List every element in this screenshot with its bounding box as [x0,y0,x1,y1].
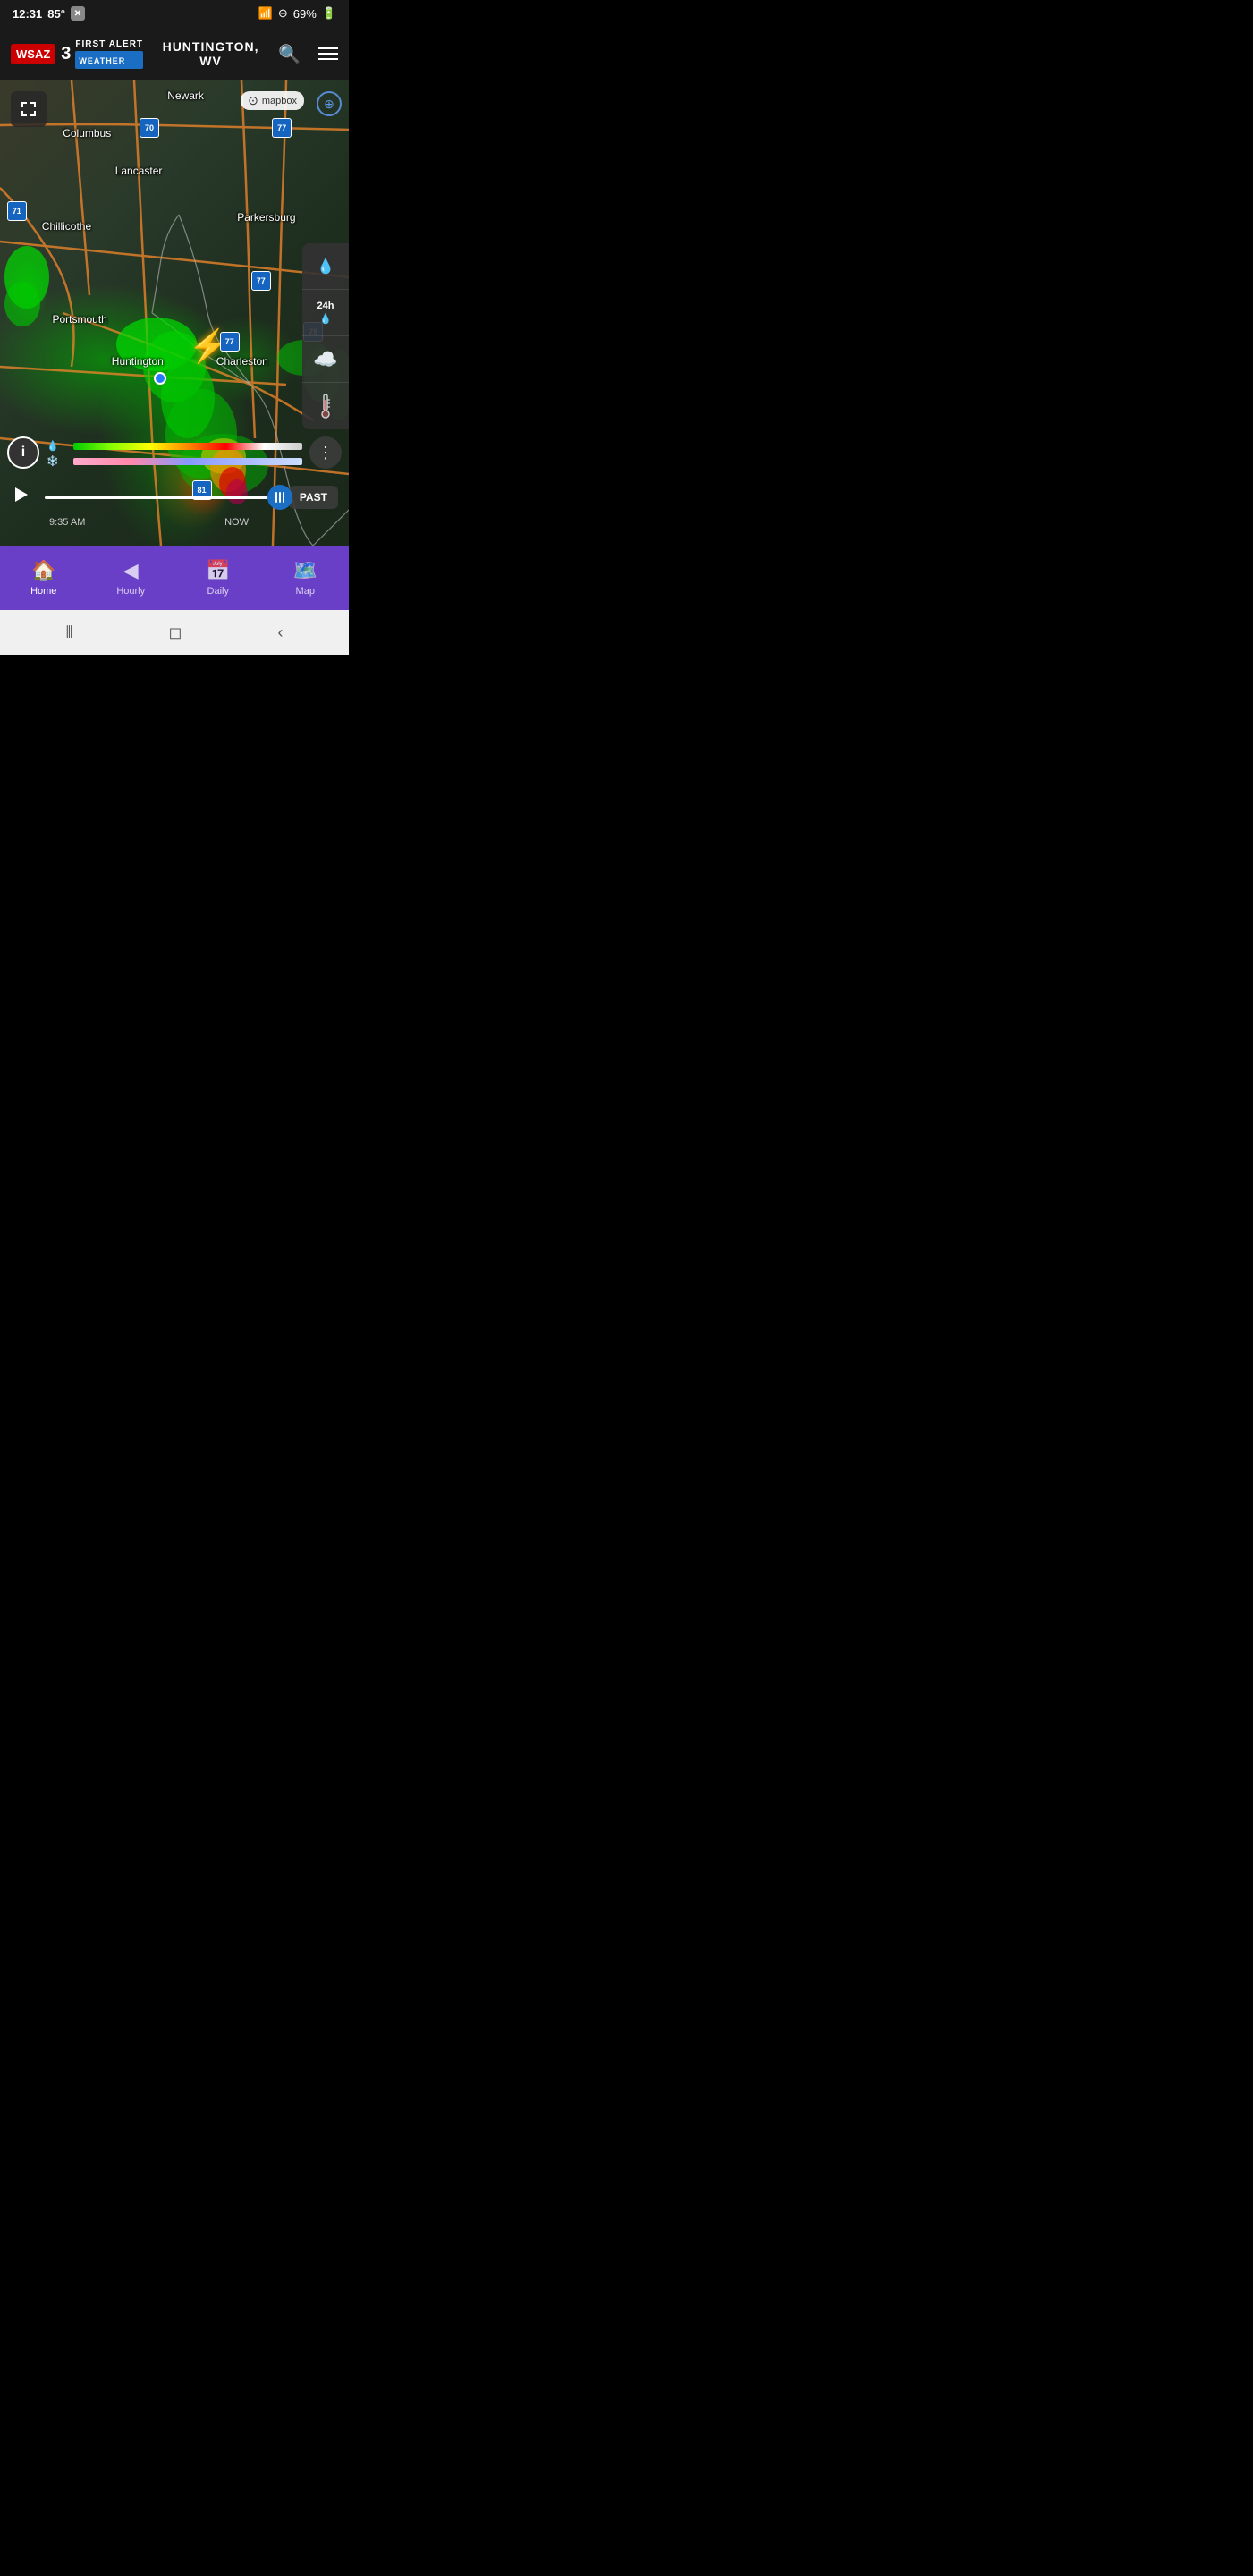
start-time-label: 9:35 AM [49,513,85,530]
map-nav-icon: 🗺️ [293,559,317,582]
logo-first-alert: FIRST ALERT [75,39,143,49]
daily-nav-icon: 📅 [206,559,230,582]
status-right: 📶 ⊖ 69% 🔋 [258,6,336,21]
more-options-button[interactable]: ⋮ [309,436,342,469]
play-button[interactable] [11,485,36,510]
mapbox-attribution: ⊙ mapbox [241,91,304,110]
home-circle-icon[interactable]: ◻ [168,623,182,642]
logo-channel-number: 3 [61,45,71,63]
layer-clouds-btn[interactable]: ☁️ [302,336,349,383]
bottom-navigation: 🏠 Home ◀ Hourly 📅 Daily 🗺️ Map [0,546,349,610]
menu-icon[interactable] [318,47,338,60]
expand-button[interactable] [11,91,47,127]
legend-container: 💧 ❄️ [47,440,302,467]
info-button[interactable]: i [7,436,39,469]
current-location-dot [154,372,166,385]
battery-level: 69% [293,7,317,21]
status-bar: 12:31 85° ✕ 📶 ⊖ 69% 🔋 [0,0,349,27]
location-label: HUNTINGTON, WV [152,39,269,68]
nav-home[interactable]: 🏠 Home [0,546,88,610]
back-icon[interactable]: ‹ [277,623,283,642]
playback-controls: PAST [0,485,349,510]
status-left: 12:31 85° ✕ [13,6,85,21]
timeline-thumb[interactable] [267,485,292,510]
app-logo: WSAZ 3 FIRST ALERT WEATHER [11,39,143,69]
map-nav-label: Map [296,586,315,597]
interstate-71: 71 [7,201,27,221]
wifi-icon: 📶 [258,6,273,21]
recent-apps-icon[interactable]: ⦀ [66,623,73,642]
interstate-77-ne: 77 [272,118,292,138]
nav-daily[interactable]: 📅 Daily [174,546,262,610]
nav-map[interactable]: 🗺️ Map [262,546,350,610]
map-roads [0,80,349,546]
search-icon[interactable]: 🔍 [278,43,301,65]
timeline-track[interactable] [45,496,280,499]
logo-wsaz-text: WSAZ [16,47,50,61]
hourly-nav-label: Hourly [116,586,145,597]
layer-24h-btn[interactable]: 24h 💧 [302,290,349,336]
radar-map[interactable]: Newark Columbus Lancaster Chillicothe Pa… [0,80,349,546]
app-header: WSAZ 3 FIRST ALERT WEATHER HUNTINGTON, W… [0,27,349,80]
interstate-77-s: 77 [220,332,240,352]
now-label: NOW [224,513,249,530]
past-button[interactable]: PAST [289,486,338,509]
home-nav-icon: 🏠 [31,559,55,582]
close-notification-icon[interactable]: ✕ [71,6,85,21]
status-time: 12:31 [13,7,42,21]
layer-controls: 💧 24h 💧 ☁️ [302,243,349,429]
hourly-nav-icon: ◀ [123,559,139,582]
battery-icon: 🔋 [322,6,336,21]
layer-rain-snow-btn[interactable]: 💧 [302,243,349,290]
daily-nav-label: Daily [207,586,229,597]
interstate-70: 70 [140,118,159,138]
system-nav-bar: ⦀ ◻ ‹ [0,610,349,655]
interstate-77-mid: 77 [251,271,271,291]
nav-hourly[interactable]: ◀ Hourly [88,546,175,610]
dnd-icon: ⊖ [278,6,288,21]
timeline-progress [45,496,268,499]
status-temp: 85° [47,7,65,21]
home-nav-label: Home [30,586,56,597]
layer-temperature-btn[interactable] [302,383,349,429]
compass-icon[interactable]: ⊕ [317,91,342,116]
logo-weather-badge: WEATHER [75,51,143,69]
